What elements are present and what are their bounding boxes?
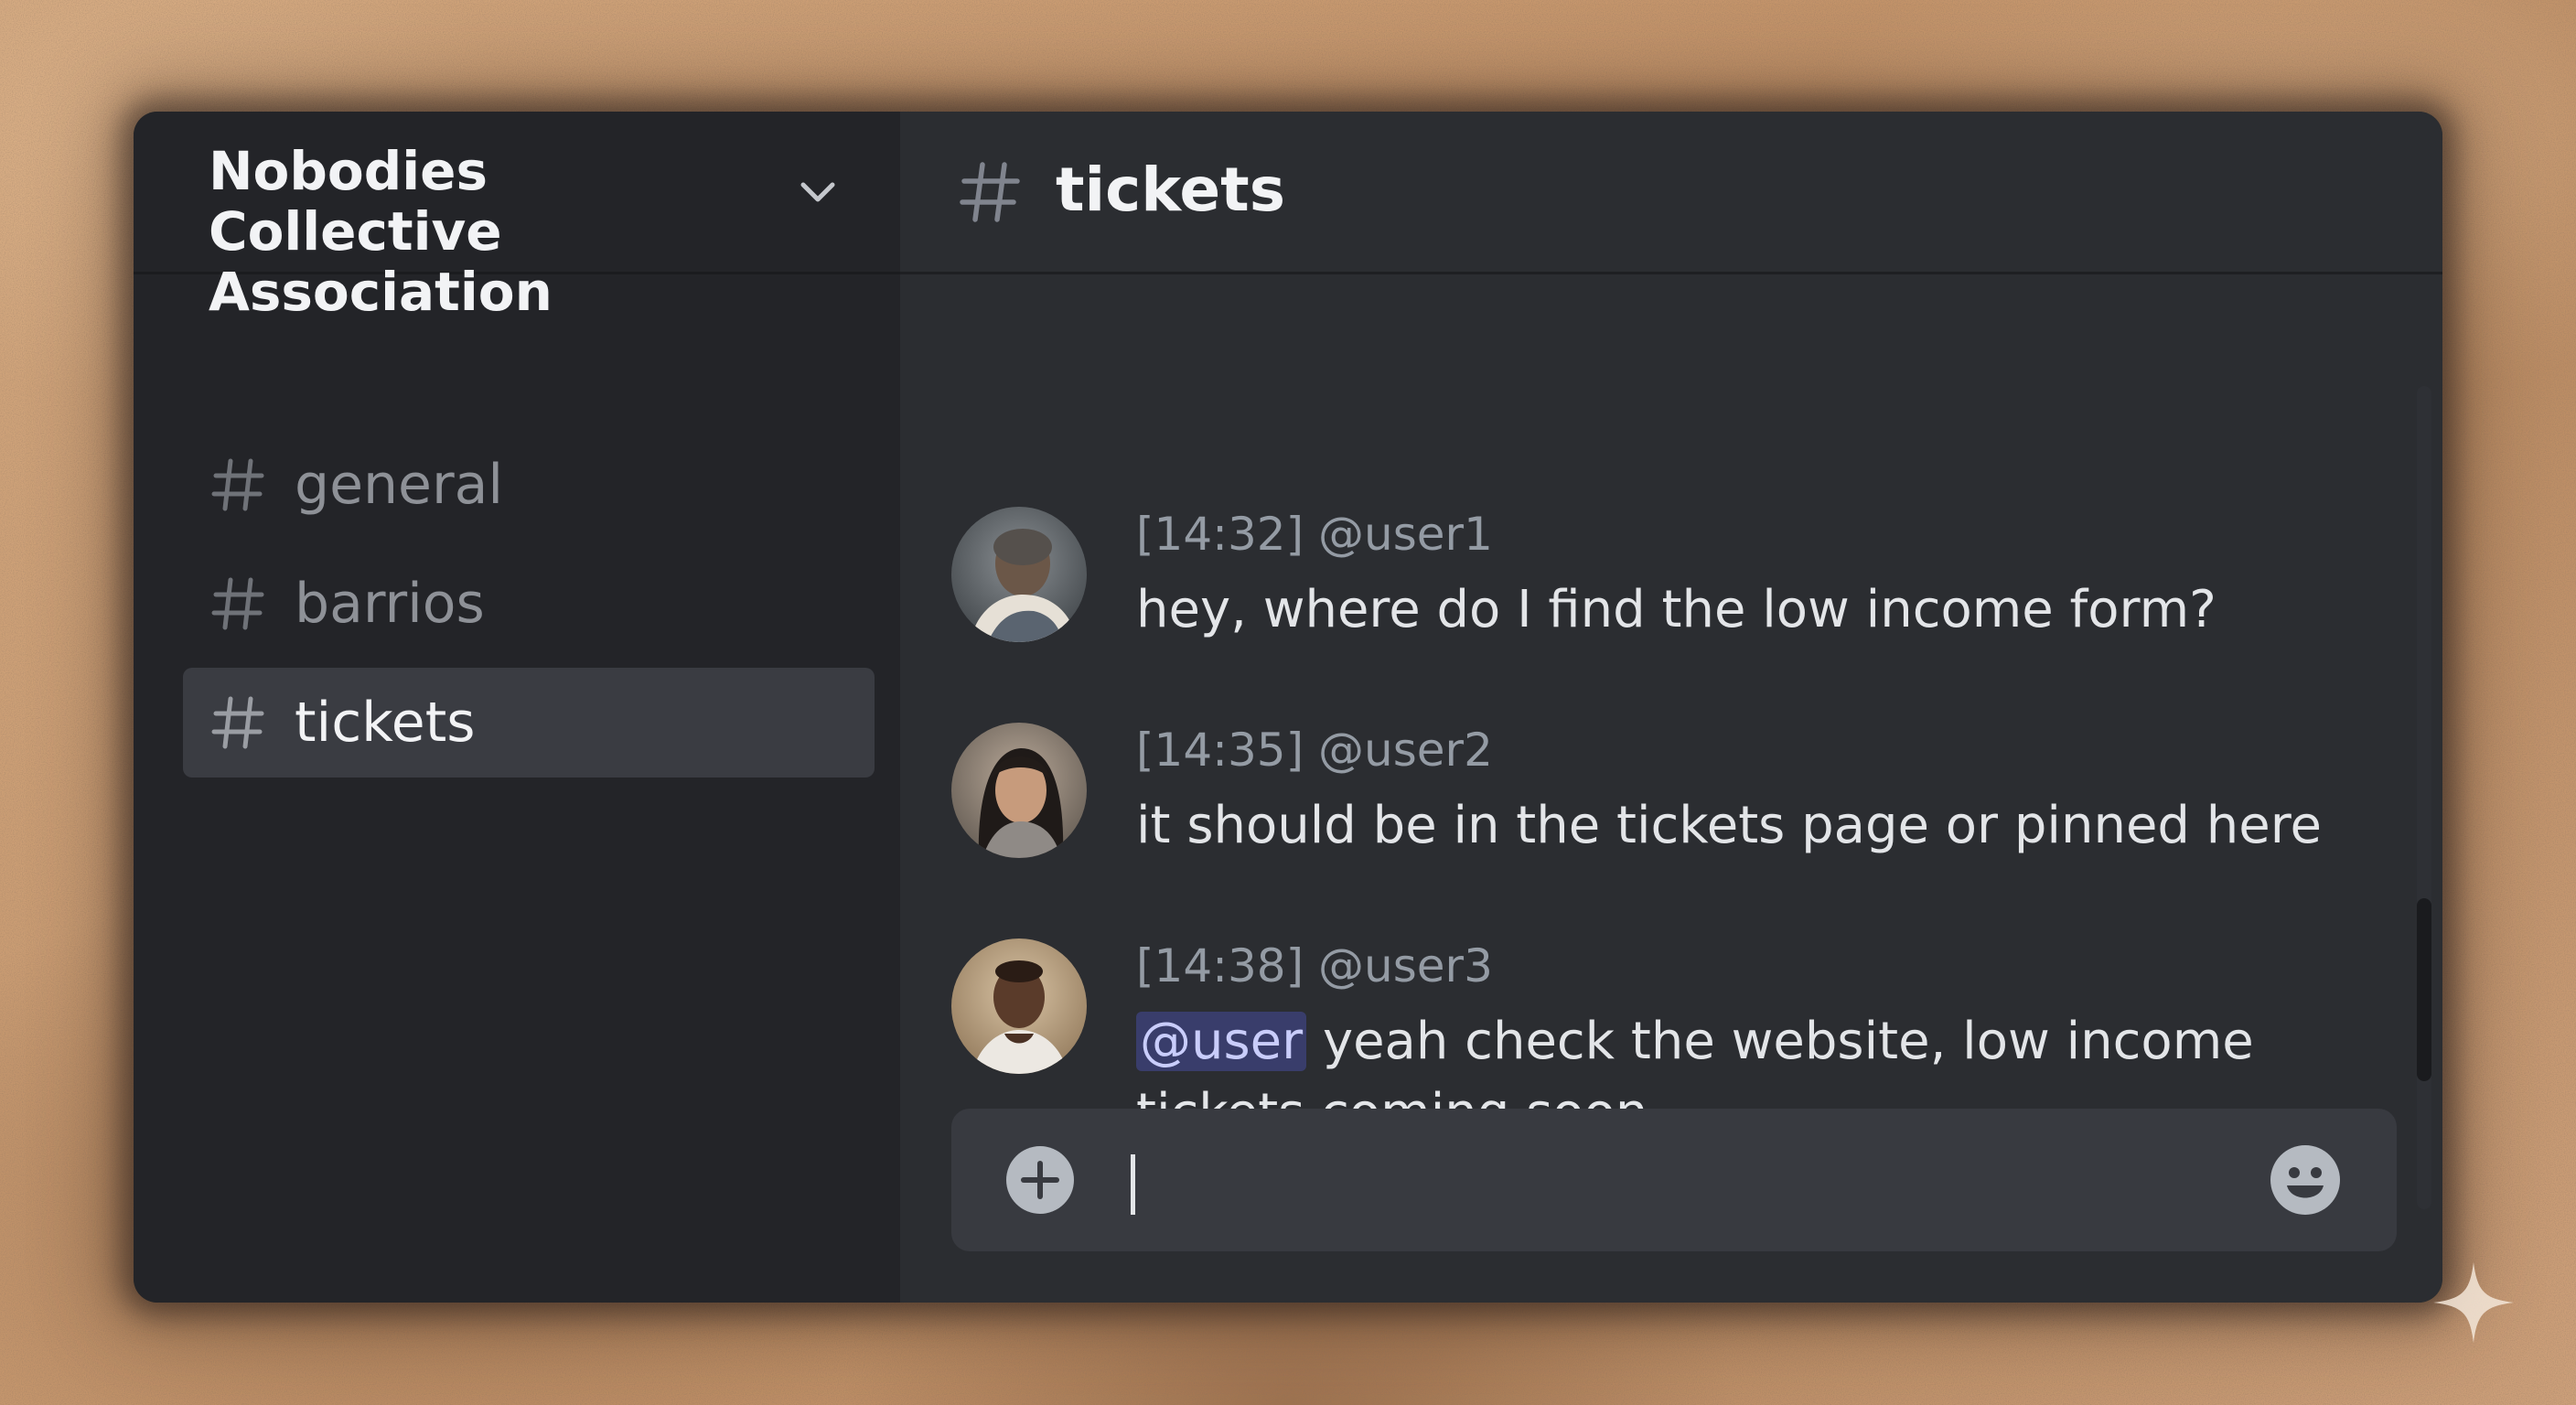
avatar-user3-image bbox=[951, 938, 1087, 1074]
user-mention[interactable]: @user bbox=[1136, 1012, 1307, 1071]
message-composer[interactable] bbox=[951, 1109, 2397, 1251]
message-author[interactable]: @user1 bbox=[1318, 508, 1493, 561]
scrollbar-track[interactable] bbox=[2417, 386, 2431, 1209]
message-timestamp: [14:35] bbox=[1136, 724, 1304, 777]
message-timestamp: [14:32] bbox=[1136, 508, 1304, 561]
avatar[interactable] bbox=[951, 938, 1087, 1074]
hash-icon bbox=[960, 162, 1020, 222]
message-input[interactable] bbox=[1125, 1145, 2241, 1215]
chat-main: tickets [14:32] @user1 hey, where do I f… bbox=[900, 112, 2442, 1303]
channel-label-general: general bbox=[295, 453, 504, 517]
message-item: [14:32] @user1 hey, where do I find the … bbox=[951, 507, 2360, 653]
avatar[interactable] bbox=[951, 507, 1087, 642]
smiley-icon[interactable] bbox=[2269, 1143, 2342, 1217]
chevron-down-icon[interactable] bbox=[794, 168, 842, 216]
channel-item-tickets[interactable]: tickets bbox=[183, 668, 875, 778]
chat-app-window: Nobodies Collective Association general bbox=[134, 112, 2442, 1303]
message-author[interactable]: @user3 bbox=[1318, 939, 1493, 992]
hash-icon bbox=[211, 577, 264, 630]
channel-label-tickets: tickets bbox=[295, 691, 476, 755]
message-meta: [14:32] @user1 bbox=[1136, 507, 1493, 562]
text-caret bbox=[1131, 1154, 1135, 1215]
channel-list: general barrios tickets bbox=[183, 430, 875, 787]
hash-icon bbox=[211, 458, 264, 511]
channel-item-barrios[interactable]: barrios bbox=[183, 549, 875, 659]
channel-item-general[interactable]: general bbox=[183, 430, 875, 540]
message-list: [14:32] @user1 hey, where do I find the … bbox=[900, 274, 2400, 1189]
avatar[interactable] bbox=[951, 723, 1087, 858]
message-item: [14:35] @user2 it should be in the ticke… bbox=[951, 723, 2360, 869]
channel-header: tickets bbox=[900, 112, 2442, 274]
avatar-user2-image bbox=[951, 723, 1087, 858]
message-meta: [14:38] @user3 bbox=[1136, 938, 1493, 993]
channel-sidebar: Nobodies Collective Association general bbox=[134, 112, 900, 1303]
scrollbar-thumb[interactable] bbox=[2417, 898, 2431, 1081]
message-text: hey, where do I find the low income form… bbox=[1136, 580, 2216, 639]
message-timestamp: [14:38] bbox=[1136, 939, 1304, 992]
server-name: Nobodies Collective Association bbox=[209, 140, 553, 323]
plus-circle-icon[interactable] bbox=[1004, 1144, 1076, 1216]
hash-icon bbox=[211, 696, 264, 749]
message-text: it should be in the tickets page or pinn… bbox=[1136, 796, 2322, 855]
channel-label-barrios: barrios bbox=[295, 572, 485, 636]
message-meta: [14:35] @user2 bbox=[1136, 723, 1493, 778]
sparkle-icon bbox=[2433, 1262, 2514, 1343]
avatar-user1-image bbox=[951, 507, 1087, 642]
channel-title: tickets bbox=[1056, 155, 1286, 225]
message-author[interactable]: @user2 bbox=[1318, 724, 1493, 777]
server-header[interactable]: Nobodies Collective Association bbox=[134, 112, 900, 322]
